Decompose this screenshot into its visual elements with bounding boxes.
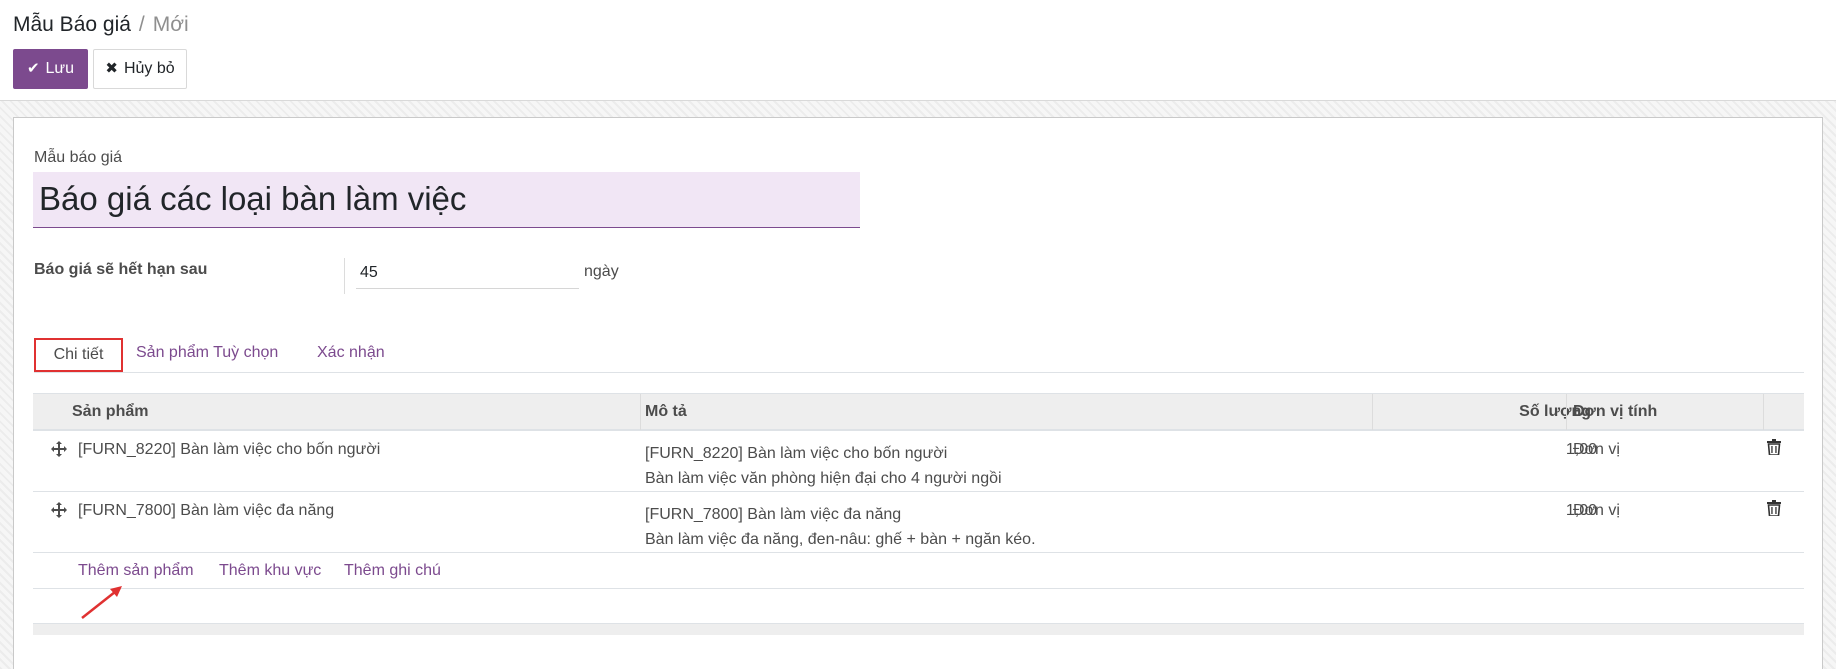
- table-row[interactable]: [FURN_8220] Bàn làm việc cho bốn người […: [33, 431, 1804, 492]
- annotation-arrow-icon: [81, 586, 122, 619]
- template-name-input[interactable]: Báo giá các loại bàn làm việc: [33, 172, 860, 228]
- table-row[interactable]: [FURN_7800] Bàn làm việc đa năng [FURN_7…: [33, 492, 1804, 553]
- add-product-link[interactable]: Thêm sản phẩm: [78, 562, 194, 580]
- row-description[interactable]: [FURN_8220] Bàn làm việc cho bốn người B…: [645, 441, 1002, 491]
- breadcrumb: Mẫu Báo giá / Mới: [13, 12, 189, 38]
- times-icon: ✖: [105, 60, 118, 77]
- discard-button[interactable]: ✖ Hủy bỏ: [93, 49, 187, 89]
- add-note-link[interactable]: Thêm ghi chú: [344, 562, 441, 580]
- row-description[interactable]: [FURN_7800] Bàn làm việc đa năng Bàn làm…: [645, 502, 1036, 552]
- tabs-divider: [34, 372, 1804, 373]
- row-product[interactable]: [FURN_7800] Bàn làm việc đa năng: [78, 502, 334, 520]
- empty-row: [33, 589, 1804, 624]
- row-uom[interactable]: Đơn vị: [1573, 441, 1620, 459]
- row-description-line1: [FURN_8220] Bàn làm việc cho bốn người: [645, 445, 948, 462]
- order-lines-table: Sản phẩm Mô tả Số lượng Đơn vị tính [FUR…: [33, 393, 1804, 635]
- control-panel: Mẫu Báo giá / Mới ✔ Lưu ✖ Hủy bỏ: [0, 0, 1836, 101]
- add-line-row: Thêm sản phẩm Thêm khu vực Thêm ghi chú: [33, 553, 1804, 589]
- save-button-label: Lưu: [45, 60, 75, 77]
- table-footer: [33, 624, 1804, 635]
- row-quantity[interactable]: 1,00: [1373, 502, 1597, 520]
- drag-handle-icon[interactable]: [50, 440, 68, 463]
- trash-icon[interactable]: [1767, 439, 1781, 460]
- expiry-label: Báo giá sẽ hết hạn sau: [34, 261, 208, 278]
- tab-optional-products[interactable]: Sản phẩm Tuỳ chọn: [136, 338, 278, 372]
- discard-button-label: Hủy bỏ: [123, 60, 175, 77]
- tab-details[interactable]: Chi tiết: [34, 338, 123, 372]
- check-icon: ✔: [26, 60, 40, 77]
- row-description-line2: Bàn làm việc văn phòng hiện đại cho 4 ng…: [645, 470, 1002, 487]
- drag-handle-icon[interactable]: [50, 501, 68, 524]
- expiry-days-input[interactable]: 45: [356, 259, 579, 289]
- header-separator: [1763, 394, 1764, 430]
- row-quantity[interactable]: 1,00: [1373, 441, 1597, 459]
- breadcrumb-current: Mới: [152, 13, 189, 36]
- expiry-unit: ngày: [584, 263, 619, 280]
- row-description-line1: [FURN_7800] Bàn làm việc đa năng: [645, 506, 902, 523]
- table-header: Sản phẩm Mô tả Số lượng Đơn vị tính: [33, 393, 1804, 431]
- save-button[interactable]: ✔ Lưu: [13, 49, 88, 89]
- add-section-link[interactable]: Thêm khu vực: [219, 562, 321, 580]
- header-product[interactable]: Sản phẩm: [66, 394, 148, 430]
- tab-confirmation[interactable]: Xác nhận: [317, 338, 385, 372]
- trash-icon[interactable]: [1767, 500, 1781, 521]
- header-separator: [1372, 394, 1373, 430]
- row-uom[interactable]: Đơn vị: [1573, 502, 1620, 520]
- row-product[interactable]: [FURN_8220] Bàn làm việc cho bốn người: [78, 441, 380, 459]
- breadcrumb-separator: /: [138, 13, 145, 36]
- header-uom[interactable]: Đơn vị tính: [1567, 394, 1657, 430]
- expiry-divider: [344, 258, 345, 294]
- breadcrumb-parent[interactable]: Mẫu Báo giá: [13, 13, 131, 36]
- header-description[interactable]: Mô tả: [639, 394, 687, 430]
- row-description-line2: Bàn làm việc đa năng, đen-nâu: ghế + bàn…: [645, 531, 1036, 548]
- template-name-label: Mẫu báo giá: [34, 149, 123, 166]
